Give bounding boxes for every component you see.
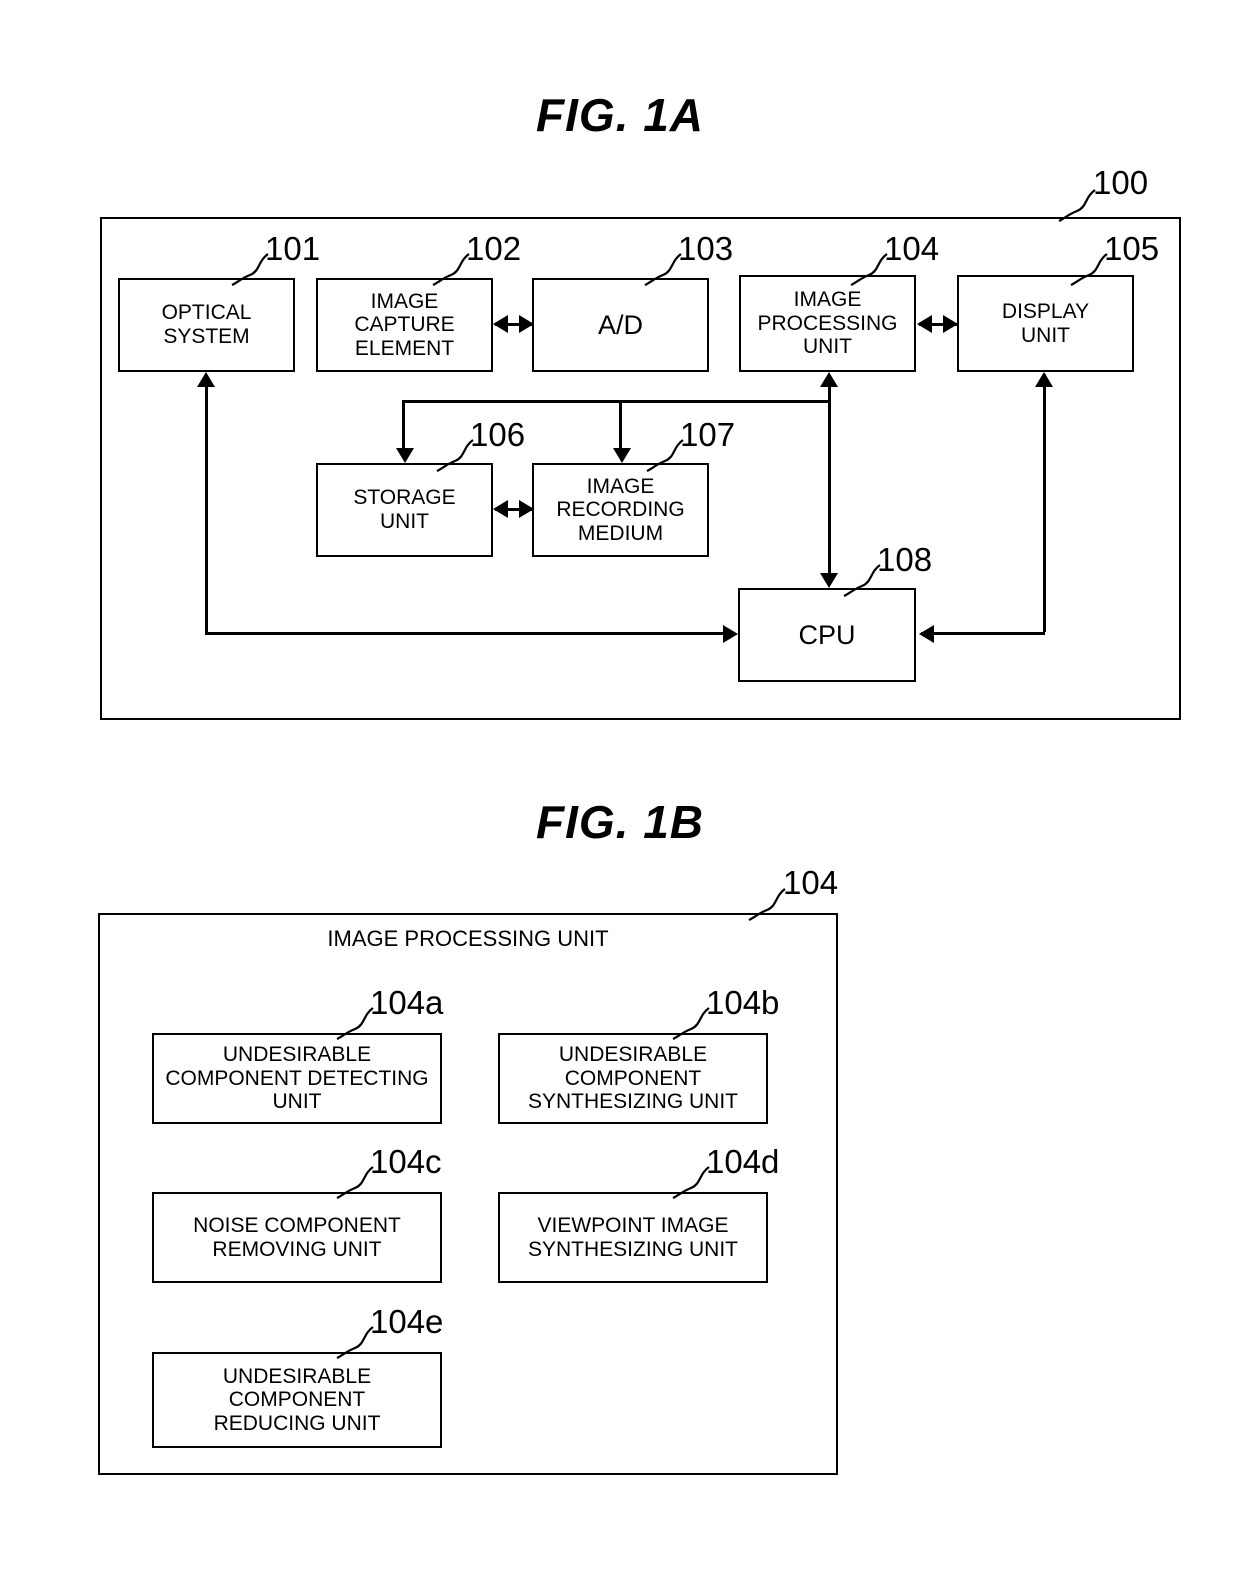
leader-line-100 <box>1058 189 1096 222</box>
arrowhead-ipu-display-right <box>943 315 958 333</box>
connector-optical-to-cpu <box>205 632 733 635</box>
arrowhead-into-cpu-left <box>723 625 738 643</box>
ref-numeral-104a: 104a <box>370 984 444 1021</box>
ref-numeral-104d: 104d <box>706 1143 780 1180</box>
arrowhead-ice-ad-right <box>519 315 534 333</box>
arrowhead-optical-up <box>197 372 215 387</box>
ref-numeral-104c: 104c <box>370 1143 442 1180</box>
arrowhead-display-up <box>1035 372 1053 387</box>
ref-numeral-106: 106 <box>470 416 526 453</box>
block-undesirable-component-reducing-unit: UNDESIRABLE COMPONENT REDUCING UNIT <box>152 1352 442 1448</box>
leader-line-103 <box>644 253 682 286</box>
block-undesirable-component-synthesizing-unit-label: UNDESIRABLE COMPONENT SYNTHESIZING UNIT <box>527 1043 738 1114</box>
leader-line-108 <box>843 564 881 597</box>
block-image-capture-element-label: IMAGE CAPTURE ELEMENT <box>354 289 455 360</box>
leader-line-104-figb <box>748 888 786 921</box>
block-image-recording-medium-label: IMAGE RECORDING MEDIUM <box>556 474 685 545</box>
connector-bus-to-medium <box>619 400 622 448</box>
leader-line-104b <box>672 1007 710 1040</box>
arrowhead-bus-to-storage <box>396 448 414 463</box>
ref-numeral-104-figb: 104 <box>783 864 839 901</box>
block-cpu: CPU <box>738 588 916 682</box>
block-image-processing-unit-label: IMAGE PROCESSING UNIT <box>757 288 898 359</box>
arrowhead-ipu-display-left <box>917 315 932 333</box>
block-storage-unit: STORAGE UNIT <box>316 463 493 557</box>
ref-numeral-105: 105 <box>1104 230 1160 267</box>
block-undesirable-component-detecting-unit-label: UNDESIRABLE COMPONENT DETECTING UNIT <box>165 1043 429 1114</box>
figure-sheet: FIG. 1A 100 OPTICAL SYSTEM 101 IMAGE CAP… <box>0 0 1240 1569</box>
block-cpu-label: CPU <box>798 619 856 650</box>
ref-numeral-101: 101 <box>265 230 321 267</box>
leader-line-106 <box>436 439 474 472</box>
connector-bus-horizontal <box>402 400 830 403</box>
connector-display-riser <box>1043 374 1046 632</box>
block-ad-converter-label: A/D <box>597 309 643 340</box>
leader-line-101 <box>231 253 269 286</box>
ref-numeral-102: 102 <box>466 230 522 267</box>
leader-line-104d <box>672 1166 710 1199</box>
arrowhead-ice-ad-left <box>493 315 508 333</box>
block-storage-unit-label: STORAGE UNIT <box>353 486 456 533</box>
ref-numeral-100: 100 <box>1093 164 1149 201</box>
block-viewpoint-image-synthesizing-unit-label: VIEWPOINT IMAGE SYNTHESIZING UNIT <box>527 1213 738 1261</box>
ref-numeral-108: 108 <box>877 541 933 578</box>
ref-numeral-104e: 104e <box>370 1303 444 1340</box>
leader-line-105 <box>1070 253 1108 286</box>
image-processing-unit-heading: IMAGE PROCESSING UNIT <box>327 926 609 951</box>
leader-line-107 <box>646 439 684 472</box>
leader-line-104e <box>336 1326 374 1359</box>
leader-line-104 <box>850 253 888 286</box>
block-undesirable-component-reducing-unit-label: UNDESIRABLE COMPONENT REDUCING UNIT <box>213 1364 381 1435</box>
ref-numeral-104: 104 <box>884 230 940 267</box>
connector-display-to-cpu <box>921 632 1045 635</box>
connector-optical-riser <box>205 387 208 634</box>
figure-1b-title: FIG. 1B <box>535 796 705 848</box>
ref-numeral-104b: 104b <box>706 984 780 1021</box>
block-display-unit-label: DISPLAY UNIT <box>1001 299 1090 347</box>
block-ad-converter: A/D <box>532 278 709 372</box>
connector-bus-to-storage <box>402 400 405 448</box>
arrowhead-bus-to-medium <box>613 448 631 463</box>
leader-line-104c <box>336 1166 374 1199</box>
block-optical-system-label: OPTICAL SYSTEM <box>161 301 252 348</box>
ref-numeral-103: 103 <box>678 230 734 267</box>
block-noise-component-removing-unit: NOISE COMPONENT REMOVING UNIT <box>152 1192 442 1283</box>
block-undesirable-component-synthesizing-unit: UNDESIRABLE COMPONENT SYNTHESIZING UNIT <box>498 1033 768 1124</box>
leader-line-102 <box>432 253 470 286</box>
block-image-recording-medium: IMAGE RECORDING MEDIUM <box>532 463 709 557</box>
block-optical-system: OPTICAL SYSTEM <box>118 278 295 372</box>
block-image-capture-element: IMAGE CAPTURE ELEMENT <box>316 278 493 372</box>
arrowhead-into-cpu-right <box>919 625 934 643</box>
leader-line-104a <box>336 1007 374 1040</box>
connector-ipu-cpu <box>828 387 831 583</box>
arrowhead-storage-medium-right <box>519 500 534 518</box>
block-image-processing-unit: IMAGE PROCESSING UNIT <box>739 275 916 372</box>
arrowhead-ipu-cpu-down <box>820 573 838 588</box>
block-viewpoint-image-synthesizing-unit: VIEWPOINT IMAGE SYNTHESIZING UNIT <box>498 1192 768 1283</box>
ref-numeral-107: 107 <box>680 416 736 453</box>
block-noise-component-removing-unit-label: NOISE COMPONENT REMOVING UNIT <box>193 1213 401 1261</box>
figure-1a-title: FIG. 1A <box>535 89 705 141</box>
block-display-unit: DISPLAY UNIT <box>957 275 1134 372</box>
arrowhead-ipu-cpu-up <box>820 372 838 387</box>
arrowhead-storage-medium-left <box>493 500 508 518</box>
block-undesirable-component-detecting-unit: UNDESIRABLE COMPONENT DETECTING UNIT <box>152 1033 442 1124</box>
